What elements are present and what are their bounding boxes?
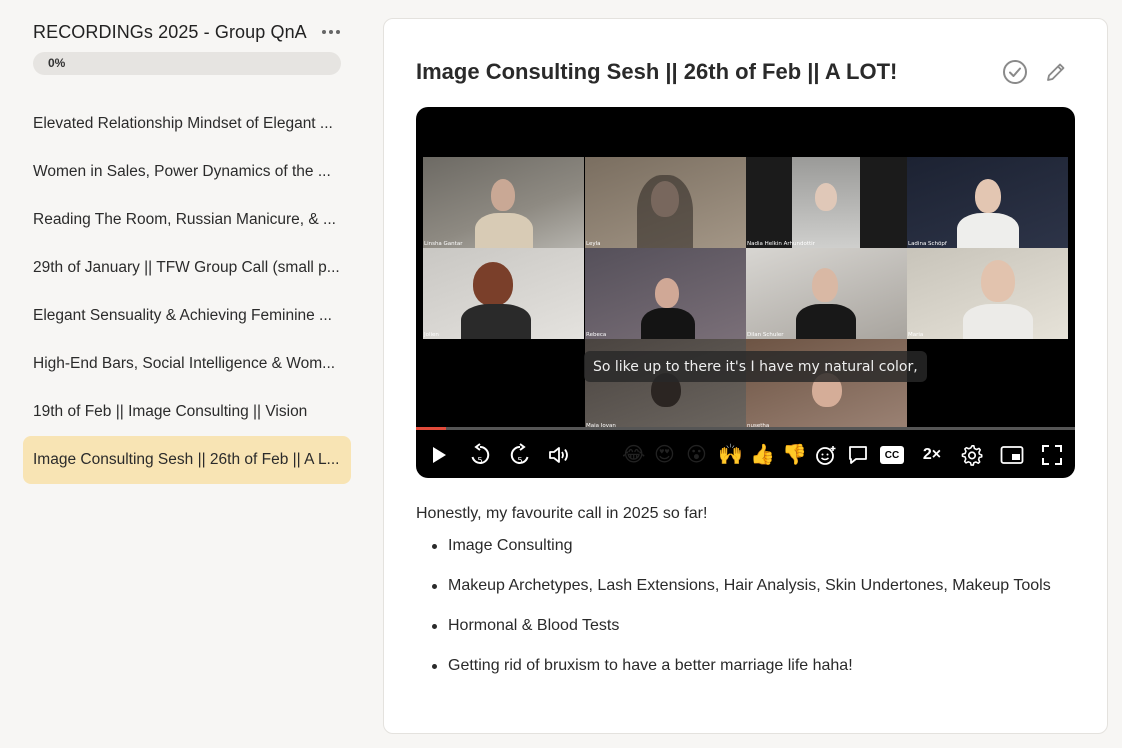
participant-name: Linsha Gantar (424, 241, 463, 247)
participant-figure (637, 175, 693, 248)
lesson-item[interactable]: Elevated Relationship Mindset of Elegant… (23, 100, 351, 148)
course-title: RECORDINGs 2025 - Group QnA (33, 22, 307, 42)
video-frame: Linsha Gantar Leyla Nadia Helkin Arhundo… (423, 157, 1068, 430)
comment-icon[interactable] (846, 440, 870, 470)
reaction-raised-hands-icon[interactable]: 🙌 (718, 443, 743, 467)
video-caption: So like up to there it's I have my natur… (584, 351, 927, 382)
lesson-item-label: Reading The Room, Russian Manicure, & ..… (33, 211, 336, 228)
more-options-icon[interactable] (320, 22, 342, 42)
lesson-item-label: 29th of January || TFW Group Call (small… (33, 259, 340, 276)
lesson-item-label: Image Consulting Sesh || 26th of Feb || … (33, 451, 340, 468)
lesson-item-label: Elevated Relationship Mindset of Elegant… (33, 115, 333, 132)
fullscreen-icon[interactable] (1039, 440, 1065, 470)
reaction-wow-icon[interactable]: 😮 (686, 443, 707, 467)
video-scrubber-fill (416, 427, 446, 430)
participant-name: Nadia Helkin Arhundottir (747, 241, 815, 247)
participant-figure (796, 304, 856, 339)
rewind-5-label: 5 (477, 456, 482, 465)
mark-complete-icon[interactable] (1002, 59, 1028, 85)
participant-tile: Jolien (423, 248, 584, 339)
participant-figure (461, 304, 531, 339)
participant-name: Rebeca (586, 332, 607, 338)
lesson-item-label: High-End Bars, Social Intelligence & Wom… (33, 355, 336, 372)
participant-figure (981, 260, 1015, 302)
participant-figure (641, 308, 695, 339)
description-list: Image Consulting Makeup Archetypes, Lash… (416, 537, 1076, 697)
course-progress-bar: 0% (33, 52, 341, 75)
participant-figure (957, 213, 1019, 248)
participant-figure (473, 262, 513, 306)
participant-tile: Rebeca (585, 248, 746, 339)
participant-tile: Leyla (585, 157, 746, 248)
participant-figure (655, 278, 679, 308)
lesson-item-label: Women in Sales, Power Dynamics of the ..… (33, 163, 331, 180)
participant-tile: Linsha Gantar (423, 157, 584, 248)
lesson-item[interactable]: High-End Bars, Social Intelligence & Wom… (23, 340, 351, 388)
reaction-thumbs-up-icon[interactable]: 👍 (750, 443, 775, 467)
participant-figure (491, 179, 515, 211)
participant-figure (963, 304, 1033, 339)
description-intro: Honestly, my favourite call in 2025 so f… (416, 505, 708, 522)
participant-name: Ladina Schöpf (908, 241, 947, 247)
rewind-5-icon[interactable]: 5 (466, 440, 494, 470)
participant-figure (975, 179, 1001, 213)
lesson-item-label: Elegant Sensuality & Achieving Feminine … (33, 307, 332, 324)
lesson-item[interactable]: 19th of Feb || Image Consulting || Visio… (23, 388, 351, 436)
forward-5-icon[interactable]: 5 (506, 440, 534, 470)
video-player[interactable]: Linsha Gantar Leyla Nadia Helkin Arhundo… (416, 107, 1075, 478)
lesson-item[interactable]: 29th of January || TFW Group Call (small… (23, 244, 351, 292)
lesson-item[interactable]: Elegant Sensuality & Achieving Feminine … (23, 292, 351, 340)
participant-tile: Dilan Schuler (746, 248, 907, 339)
description-bullet: Image Consulting (432, 537, 1076, 577)
lesson-item[interactable]: Women in Sales, Power Dynamics of the ..… (23, 148, 351, 196)
settings-icon[interactable] (959, 440, 985, 470)
captions-icon[interactable]: CC (879, 440, 905, 470)
course-progress-label: 0% (48, 56, 66, 70)
add-reaction-icon[interactable] (814, 440, 838, 470)
playback-speed-button[interactable]: 2× (917, 440, 947, 470)
participant-figure (475, 213, 533, 248)
play-icon[interactable] (428, 440, 450, 470)
description-bullet: Hormonal & Blood Tests (432, 617, 1076, 657)
description-bullet: Makeup Archetypes, Lash Extensions, Hair… (432, 577, 1076, 617)
participant-name: Maria (908, 332, 924, 338)
playback-speed-label: 2× (922, 446, 942, 463)
participant-tile: Ladina Schöpf (907, 157, 1068, 248)
forward-5-label: 5 (517, 456, 522, 465)
participant-tile: Maria (907, 248, 1068, 339)
reaction-laugh-icon[interactable]: 😂 (622, 443, 645, 467)
participant-figure (815, 183, 837, 211)
description-bullet: Getting rid of bruxism to have a better … (432, 657, 1076, 697)
reaction-thumbs-down-icon[interactable]: 👎 (782, 443, 807, 467)
participant-tile: Nadia Helkin Arhundottir (746, 157, 907, 248)
picture-in-picture-icon[interactable] (999, 440, 1025, 470)
participant-name: Leyla (586, 241, 601, 247)
video-controls: 5 5 😂 😍 😮 🙌 👍 👎 CC 2× (416, 437, 1075, 473)
lesson-card: Image Consulting Sesh || 26th of Feb || … (383, 18, 1108, 734)
participant-figure (812, 268, 838, 302)
lesson-item-active[interactable]: Image Consulting Sesh || 26th of Feb || … (23, 436, 351, 484)
edit-icon[interactable] (1044, 60, 1068, 84)
volume-icon[interactable] (547, 440, 573, 470)
captions-label: CC (880, 446, 904, 464)
sidebar: RECORDINGs 2025 - Group QnA 0% Elevated … (0, 0, 372, 748)
participant-name: Dilan Schuler (747, 332, 784, 338)
participant-name: Jolien (424, 332, 439, 338)
lesson-list: Elevated Relationship Mindset of Elegant… (23, 100, 351, 484)
lesson-description: Honestly, my favourite call in 2025 so f… (416, 505, 1076, 697)
lesson-item[interactable]: Reading The Room, Russian Manicure, & ..… (23, 196, 351, 244)
video-scrubber[interactable] (416, 427, 1075, 430)
reaction-heart-eyes-icon[interactable]: 😍 (654, 443, 675, 467)
lesson-item-label: 19th of Feb || Image Consulting || Visio… (33, 403, 308, 420)
lesson-title: Image Consulting Sesh || 26th of Feb || … (416, 59, 898, 84)
